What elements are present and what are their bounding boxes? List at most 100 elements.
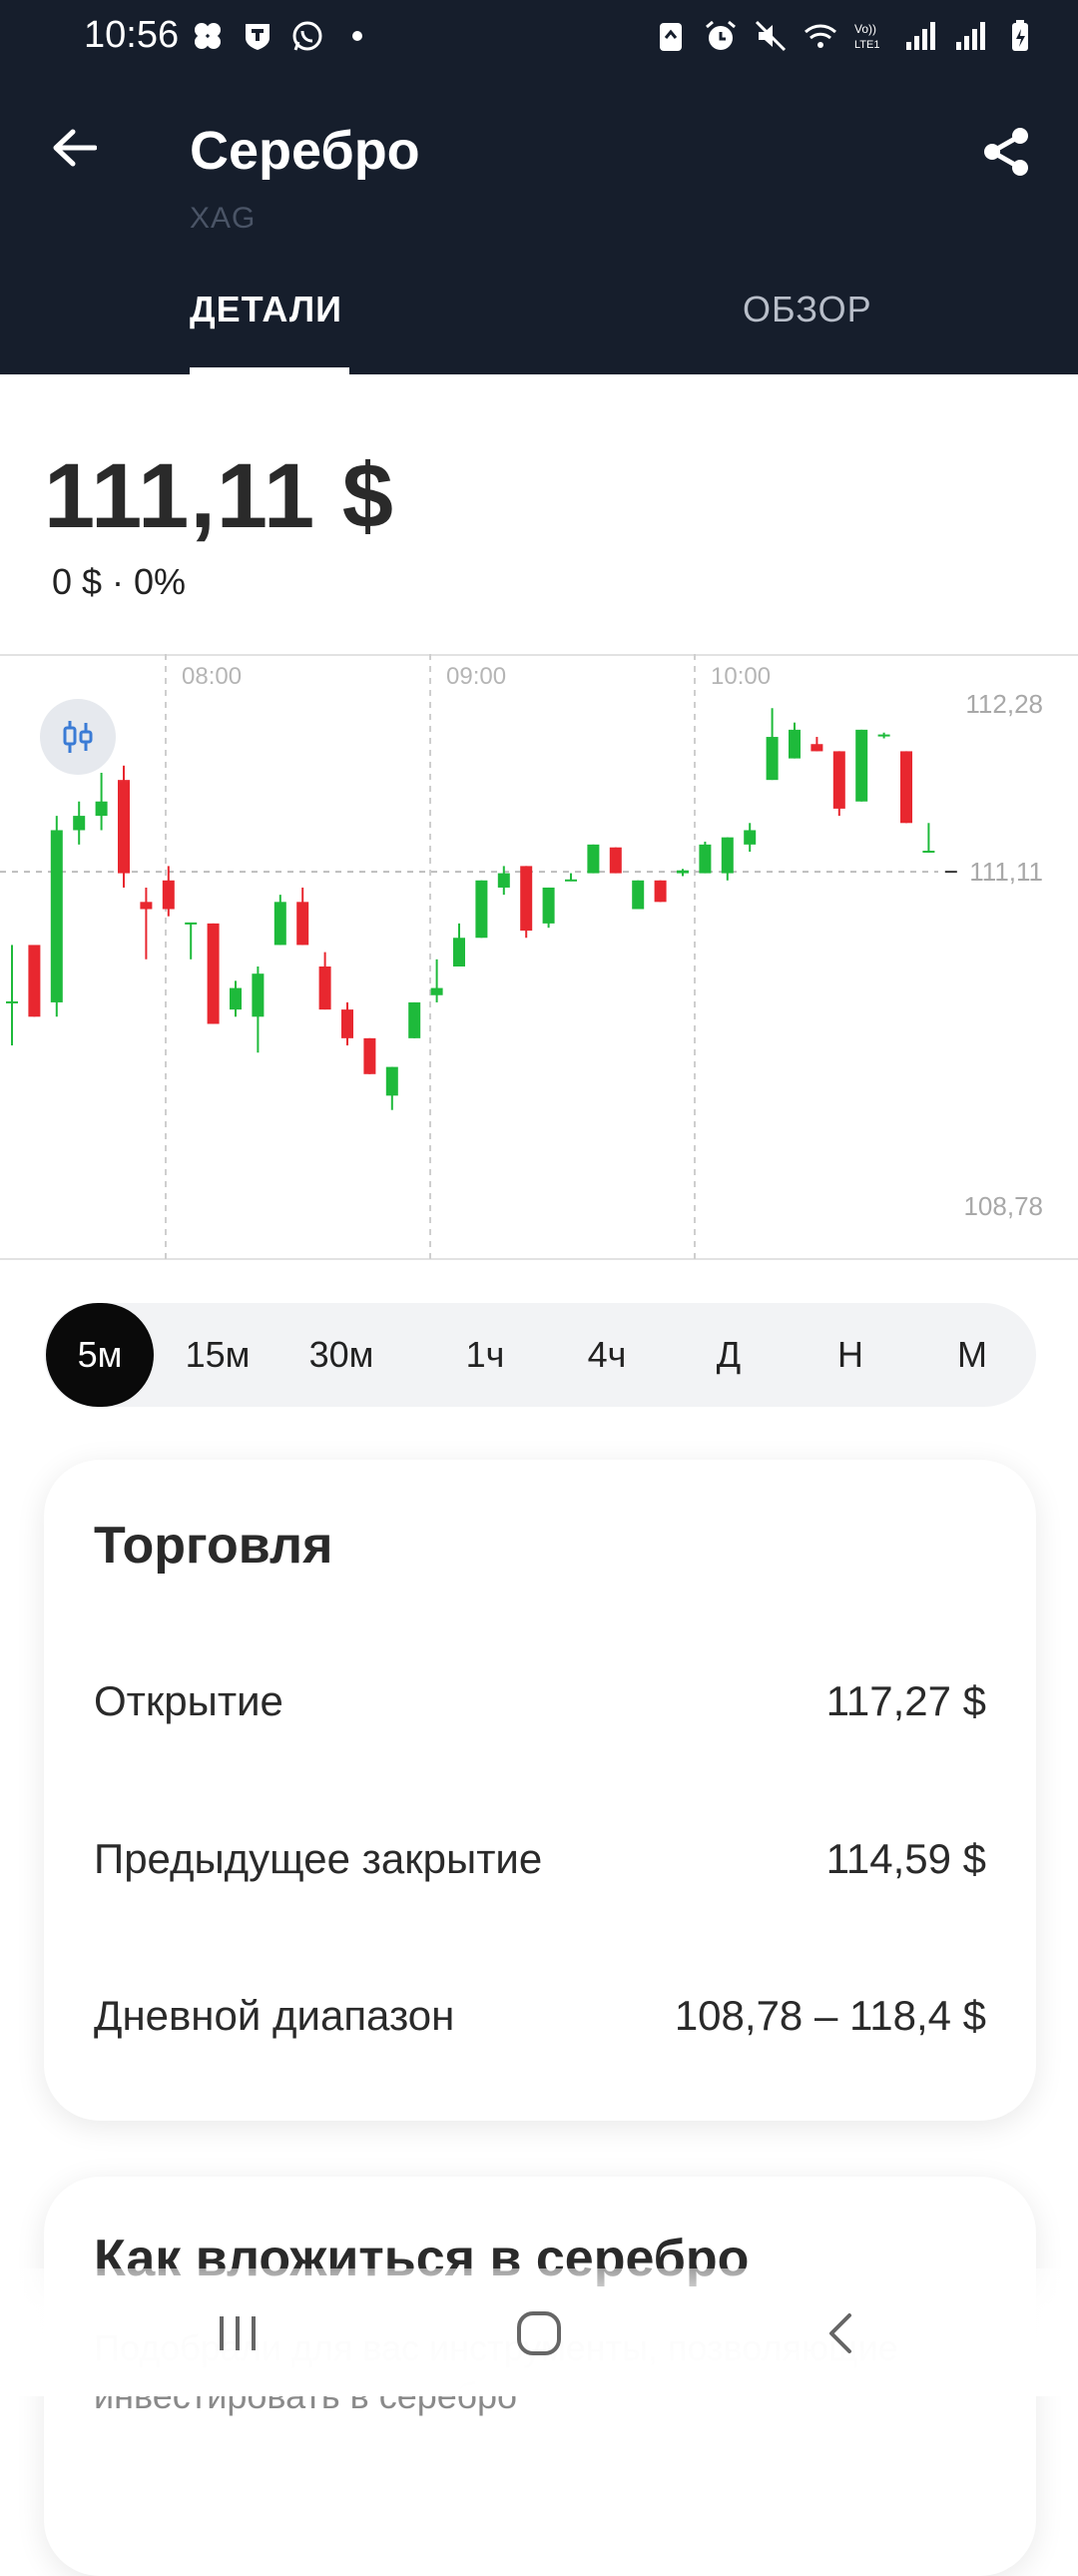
back-button[interactable] [42, 116, 106, 180]
candle-body [318, 966, 331, 1010]
row-value: 114,59 $ [825, 1835, 986, 1882]
candle-body [587, 844, 600, 874]
candle-body [922, 851, 935, 854]
candle-body [28, 945, 41, 1017]
price-label: 111,11 [969, 857, 1043, 887]
timeframe-5m[interactable]: 5м [46, 1303, 154, 1407]
status-time: 10:56 [84, 14, 180, 56]
mute-icon [755, 20, 787, 52]
candle-body [944, 871, 957, 874]
row-value: 108,78 – 118,4 $ [674, 1992, 986, 2039]
timeframe-week[interactable]: Н [810, 1303, 890, 1407]
candle-body [632, 880, 645, 910]
shield-icon [246, 24, 270, 50]
candle-body [721, 837, 734, 874]
page-title: Серебро [190, 121, 420, 181]
row-previous-close: Предыдущее закрытие 114,59 $ [94, 1835, 986, 1895]
candle-body [766, 737, 779, 781]
candle-body [900, 751, 912, 824]
trading-card: Торговля Открытие 117,27 $ Предыдущее за… [44, 1460, 1036, 2121]
row-day-range: Дневной диапазон 108,78 – 118,4 $ [94, 1992, 986, 2052]
price-axis-labels: 112,28 111,11 108,78 [963, 689, 1043, 1221]
timeframe-1h[interactable]: 1ч [445, 1303, 525, 1407]
row-value: 117,27 $ [825, 1677, 986, 1724]
candle-body [207, 923, 220, 1024]
candle-body [185, 922, 198, 925]
candle-body [363, 1037, 376, 1074]
candle-body [744, 830, 757, 845]
current-price: 111,11 $ [44, 445, 394, 547]
tab-details[interactable]: ДЕТАЛИ [190, 289, 342, 330]
home-button[interactable] [499, 2298, 579, 2368]
candle-body [565, 879, 577, 882]
back-nav-button[interactable] [801, 2298, 880, 2368]
candle-body [810, 744, 823, 752]
candle-body [699, 844, 712, 874]
tab-overview[interactable]: ОБЗОР [743, 289, 872, 330]
candle-body [95, 801, 108, 817]
candle-body [162, 880, 175, 910]
row-label: Открытие [94, 1677, 283, 1724]
signal-icon [906, 22, 935, 50]
alarm-icon [706, 20, 736, 50]
candle-body [542, 887, 555, 924]
share-icon [984, 128, 1028, 176]
candle-body [273, 902, 286, 946]
signal-icon [956, 22, 985, 50]
timeframe-4h[interactable]: 4ч [567, 1303, 647, 1407]
candle-body [832, 751, 845, 809]
tab-bar: ДЕТАЛИ ОБЗОР [0, 275, 1078, 374]
candles [6, 708, 957, 1110]
svg-text:Vo)): Vo)) [854, 22, 876, 36]
candle-body [430, 987, 443, 995]
volte-icon: Vo)) LTE1 [854, 22, 879, 51]
battery-icon [1012, 20, 1028, 51]
share-button[interactable] [974, 120, 1038, 184]
timeframe-month[interactable]: М [932, 1303, 1012, 1407]
back-icon [829, 2313, 851, 2353]
timeframe-selector: 5м 15м 30м 1ч 4ч Д Н М [44, 1303, 1036, 1407]
candle-body [789, 729, 801, 759]
candle-body [520, 866, 533, 932]
candle-body [230, 987, 242, 1010]
candle-body [50, 830, 63, 1002]
candle-body [609, 847, 622, 874]
candle-body [497, 873, 510, 888]
arrow-left-icon [53, 129, 97, 167]
row-open: Открытие 117,27 $ [94, 1677, 986, 1737]
trading-title: Торговля [94, 1517, 333, 1575]
time-gridlines [165, 654, 696, 1259]
row-label: Дневной диапазон [94, 1992, 455, 2039]
ticker-symbol: XAG [190, 202, 257, 235]
candle-body [296, 902, 309, 946]
status-bar: 10:56 Vo)) LTE1 [0, 0, 1078, 80]
system-navigation-bar [0, 2268, 1078, 2396]
recent-apps-icon [220, 2316, 256, 2350]
whatsapp-icon [292, 21, 322, 51]
candle-body [6, 1000, 18, 1003]
row-label: Предыдущее закрытие [94, 1835, 543, 1882]
candle-body [140, 902, 153, 910]
wifi-icon [805, 24, 836, 48]
home-icon [517, 2311, 561, 2355]
recent-apps-button[interactable] [198, 2298, 277, 2368]
timeframe-30m[interactable]: 30м [291, 1303, 391, 1407]
candle-body [73, 816, 86, 831]
price-label: 112,28 [965, 689, 1043, 719]
price-chart[interactable]: 08:00 09:00 10:00 112,28 111,11 108,78 [0, 654, 1078, 1261]
active-tab-indicator [190, 367, 349, 374]
candle-body [453, 938, 465, 966]
timeframe-15m[interactable]: 15м [168, 1303, 268, 1407]
time-axis-labels: 08:00 09:00 10:00 [182, 663, 771, 690]
candle-body [677, 870, 689, 874]
candle-body [118, 780, 130, 874]
candle-body [252, 973, 265, 1017]
indicator-button[interactable] [40, 699, 116, 775]
time-label: 09:00 [446, 663, 506, 690]
price-label: 108,78 [963, 1191, 1043, 1221]
candle-body [475, 880, 488, 939]
candle-body [877, 734, 890, 737]
recycle-icon [660, 23, 682, 51]
candle-body [341, 1009, 353, 1038]
timeframe-day[interactable]: Д [689, 1303, 769, 1407]
